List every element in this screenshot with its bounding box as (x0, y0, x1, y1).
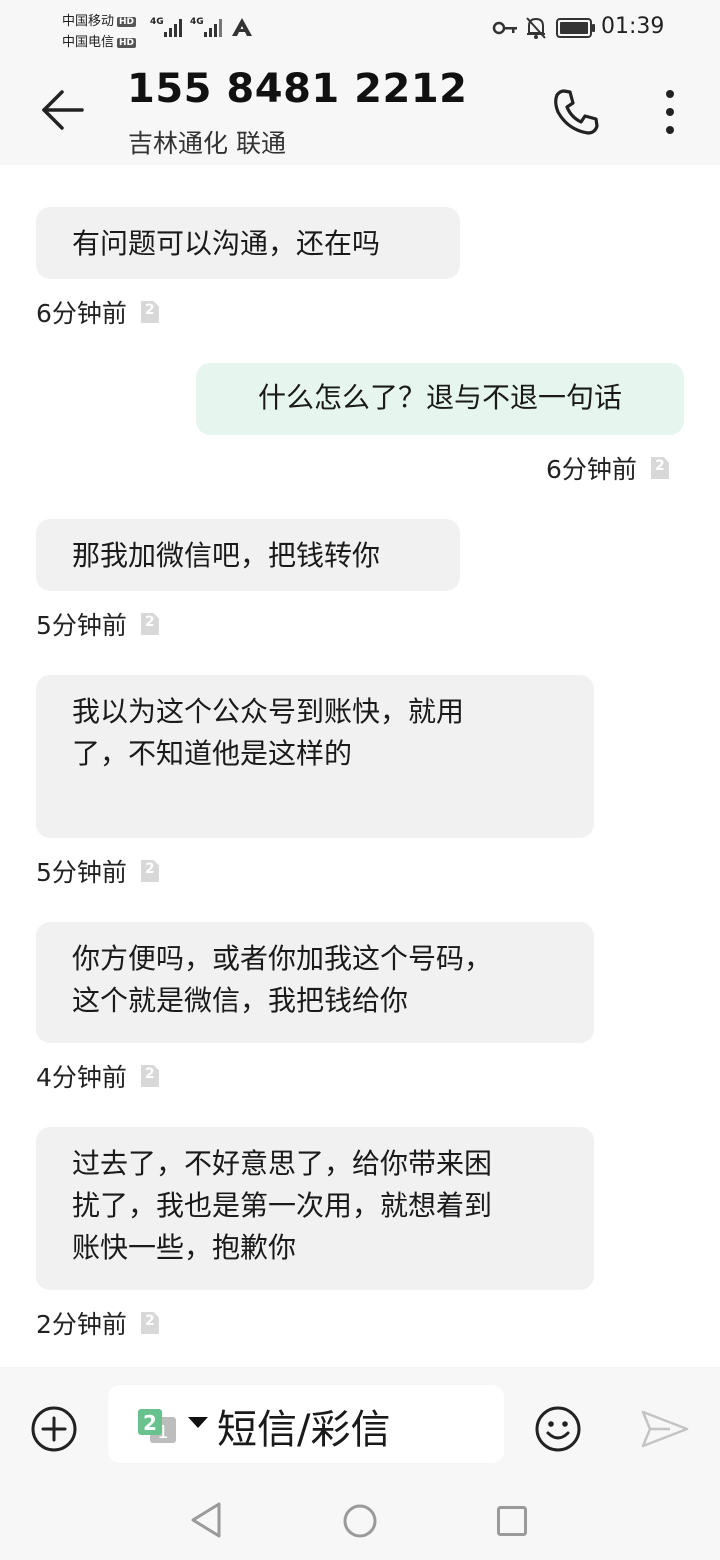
sim-card-icon: 2 (140, 613, 159, 635)
network-a-icon (232, 18, 252, 36)
message-bubble-received[interactable]: 有问题可以沟通，还在吗 (36, 207, 460, 279)
message-text-line: 这个就是微信，我把钱给你 (72, 984, 409, 1017)
message-text-line: 扰了，我也是第一次用，就想着到 (72, 1189, 493, 1222)
svg-text:2: 2 (143, 1411, 157, 1435)
contact-number: 155 8481 2212 (127, 66, 468, 112)
message-meta: 6分钟前 2 (36, 294, 159, 330)
carrier-2: 中国电信 HD (62, 31, 137, 50)
message-bubble-received[interactable]: 那我加微信吧，把钱转你 (36, 519, 460, 591)
phone-icon[interactable] (548, 84, 604, 140)
message-time: 5分钟前 (36, 858, 127, 887)
hd-badge: HD (117, 17, 137, 27)
carrier-1-name: 中国移动 (62, 14, 115, 29)
more-vertical-icon[interactable] (652, 84, 688, 140)
message-text-line: 过去了，不好意思了，给你带来困 (72, 1147, 493, 1180)
input-placeholder: 短信/彩信 (217, 1407, 391, 1453)
nav-back-icon[interactable] (188, 1500, 224, 1540)
message-meta: 4分钟前 2 (36, 1058, 159, 1094)
message-time: 2分钟前 (36, 1310, 127, 1339)
sim-select-icon[interactable]: 1 2 (136, 1408, 180, 1444)
message-text: 什么怎么了？退与不退一句话 (257, 381, 622, 414)
back-arrow-icon[interactable] (36, 84, 88, 136)
status-bar: 中国移动 HD 中国电信 HD 4G 4G 01:39 (0, 0, 720, 60)
signal-icon: 4G (190, 17, 222, 37)
carrier-1: 中国移动 HD (62, 10, 137, 29)
signal-icon: 4G (150, 17, 182, 37)
send-icon[interactable] (640, 1409, 690, 1449)
hd-badge: HD (117, 38, 137, 48)
message-meta: 5分钟前 2 (36, 853, 159, 889)
carrier-2-name: 中国电信 (62, 35, 115, 50)
message-bubble-received[interactable]: 过去了，不好意思了，给你带来困 扰了，我也是第一次用，就想着到 账快一些，抱歉你 (36, 1127, 594, 1290)
message-text-line: 了，不知道他是这样的 (72, 737, 353, 770)
sim-card-icon: 2 (140, 1065, 159, 1087)
message-text-line: 我以为这个公众号到账快，就用 (72, 695, 465, 728)
message-time: 6分钟前 (546, 455, 637, 484)
nav-home-icon[interactable] (342, 1503, 378, 1539)
message-text: 那我加微信吧，把钱转你 (72, 539, 381, 572)
message-bubble-received[interactable]: 我以为这个公众号到账快，就用 了，不知道他是这样的 (36, 675, 594, 838)
sim-card-icon: 2 (140, 860, 159, 882)
message-time: 5分钟前 (36, 611, 127, 640)
svg-text:4G: 4G (190, 17, 204, 27)
contact-location: 吉林通化 联通 (128, 129, 286, 158)
message-text-line: 你方便吗，或者你加我这个号码， (72, 942, 493, 975)
key-icon (492, 21, 517, 35)
mute-icon (526, 17, 546, 39)
conversation-header: 155 8481 2212 吉林通化 联通 (0, 60, 720, 165)
emoji-icon[interactable] (534, 1405, 582, 1453)
message-time: 4分钟前 (36, 1063, 127, 1092)
nav-recent-icon[interactable] (496, 1505, 528, 1537)
svg-text:4G: 4G (150, 17, 164, 27)
message-time: 6分钟前 (36, 299, 127, 328)
message-bubble-received[interactable]: 你方便吗，或者你加我这个号码， 这个就是微信，我把钱给你 (36, 922, 594, 1043)
sim-card-icon: 2 (140, 301, 159, 323)
sim-card-icon: 2 (650, 457, 669, 479)
sim-card-icon: 2 (140, 1312, 159, 1334)
chevron-down-icon[interactable] (188, 1417, 208, 1428)
clock: 01:39 (601, 14, 665, 39)
message-bubble-sent[interactable]: 什么怎么了？退与不退一句话 (196, 363, 684, 435)
message-text: 有问题可以沟通，还在吗 (72, 227, 381, 260)
add-circle-icon[interactable] (30, 1405, 78, 1453)
message-meta: 2分钟前 2 (36, 1305, 159, 1341)
message-meta: 5分钟前 2 (36, 606, 159, 642)
message-meta: 6分钟前 2 (546, 450, 669, 486)
battery-icon (556, 18, 595, 38)
message-text-line: 账快一些，抱歉你 (72, 1231, 297, 1264)
